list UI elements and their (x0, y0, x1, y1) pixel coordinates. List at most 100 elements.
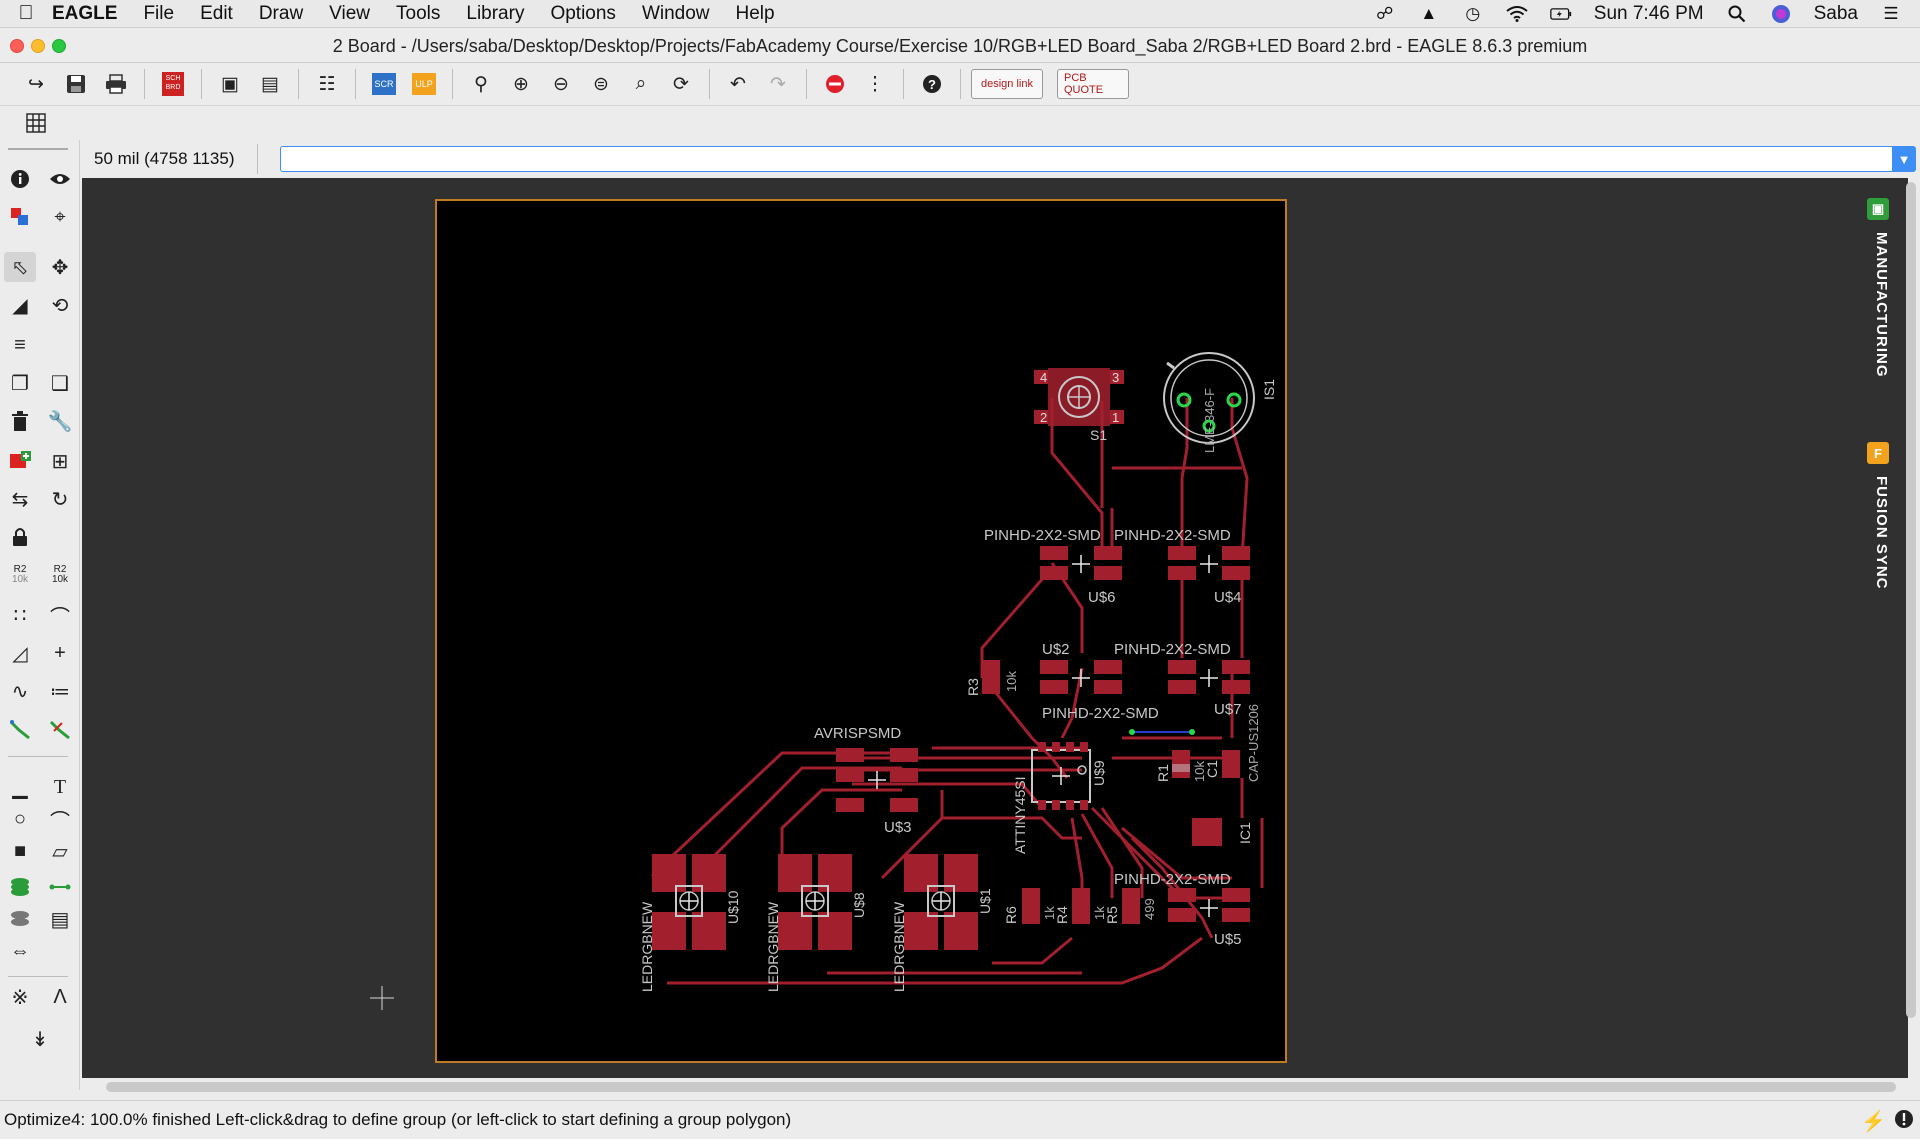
menubar-clock[interactable]: Sun 7:46 PM (1594, 3, 1704, 25)
save-icon[interactable] (58, 68, 94, 100)
redraw-icon[interactable]: ⟳ (663, 68, 699, 100)
expand-palette-icon[interactable]: ↡ (24, 1024, 56, 1054)
battery-icon[interactable] (1549, 5, 1572, 23)
ripup-icon[interactable]: ≔ (44, 676, 76, 706)
go-icon[interactable]: ⋮ (857, 68, 893, 100)
align-icon[interactable]: ≡ (4, 330, 36, 360)
zoom-to-fit-icon[interactable]: ⚲ (463, 68, 499, 100)
pcb-quote-button[interactable]: PCB QUOTE (1057, 69, 1129, 99)
zoom-out-icon[interactable]: ⊖ (543, 68, 579, 100)
open-file-icon[interactable]: ↪ (18, 68, 54, 100)
palette-grip (8, 148, 68, 150)
group-select-icon[interactable]: ⬁ (4, 252, 36, 282)
switch-sch-brd-icon[interactable]: SCH BRD (155, 68, 191, 100)
name-tool-icon[interactable]: R2 10k (4, 560, 36, 590)
circle-icon[interactable]: ○ (4, 804, 36, 834)
zoom-in-icon[interactable]: ⊕ (503, 68, 539, 100)
redo-icon[interactable]: ↷ (760, 68, 796, 100)
run-ulp-icon[interactable]: ULP (406, 68, 442, 100)
dimension-icon[interactable]: ⇔ (4, 936, 36, 966)
menu-edit[interactable]: Edit (200, 3, 233, 25)
script-icon[interactable]: SCR (366, 68, 402, 100)
apple-icon[interactable]:  (0, 2, 52, 25)
r5-value: 499 (1142, 898, 1157, 920)
delete-icon[interactable] (4, 406, 36, 436)
command-line-input[interactable] (280, 146, 1898, 172)
route-icon[interactable] (4, 714, 36, 744)
change-wrench-icon[interactable]: 🔧 (44, 406, 76, 436)
time-machine-icon[interactable]: ◷ (1462, 4, 1484, 23)
print-icon[interactable] (98, 68, 134, 100)
fusion-sync-tab[interactable]: FUSION SYNC (1866, 476, 1890, 590)
menubar-user[interactable]: Saba (1814, 3, 1858, 25)
toolbar-separator (201, 69, 202, 99)
auto-icon[interactable]: Λ (44, 982, 76, 1012)
rectangle-icon[interactable]: ■ (4, 836, 36, 866)
via-icon[interactable] (4, 872, 36, 902)
command-history-dropdown[interactable]: ▼ (1892, 146, 1916, 172)
menu-window[interactable]: Window (642, 3, 710, 25)
vertical-scrollbar[interactable] (1906, 182, 1916, 1018)
alert-icon[interactable] (1894, 1109, 1914, 1135)
miter-icon[interactable]: ⌒ (44, 600, 76, 630)
copy-icon[interactable]: ❐ (4, 368, 36, 398)
ratsnest-icon[interactable]: ※ (4, 982, 36, 1012)
creative-cloud-icon[interactable]: ☍ (1374, 4, 1396, 23)
add-part-icon[interactable] (4, 446, 36, 476)
paste-icon[interactable]: ❑ (44, 368, 76, 398)
cam-processor-icon[interactable]: ▤ (252, 68, 288, 100)
menu-library[interactable]: Library (466, 3, 524, 25)
library-icon[interactable]: ☷ (309, 68, 345, 100)
value-tool-icon[interactable]: R2 10k (44, 560, 76, 590)
menu-file[interactable]: File (143, 3, 174, 25)
menu-tools[interactable]: Tools (396, 3, 440, 25)
board-3d-icon[interactable]: ▣ (212, 68, 248, 100)
smash-icon[interactable]: ↻ (44, 484, 76, 514)
fusion-sync-icon[interactable]: F (1867, 442, 1889, 464)
display-layers-icon[interactable] (4, 202, 36, 232)
swap-icon[interactable]: ⇆ (4, 484, 36, 514)
horizontal-scrollbar[interactable] (106, 1082, 1896, 1092)
info-icon[interactable] (4, 164, 36, 194)
hole-icon[interactable] (4, 904, 36, 934)
wifi-icon[interactable] (1506, 5, 1528, 23)
optimize-icon[interactable]: + (44, 638, 76, 668)
grid-icon[interactable] (18, 107, 54, 139)
menu-help[interactable]: Help (736, 3, 775, 25)
stop-icon[interactable] (817, 68, 853, 100)
mirror-icon[interactable]: ◢ (4, 290, 36, 320)
rotate-icon[interactable]: ⟲ (44, 290, 76, 320)
help-icon[interactable]: ? (914, 68, 950, 100)
signal-icon[interactable] (44, 872, 76, 902)
move-icon[interactable]: ✥ (44, 252, 76, 282)
arc-icon[interactable]: ⌒ (44, 804, 76, 834)
menu-options[interactable]: Options (550, 3, 615, 25)
menu-view[interactable]: View (329, 3, 370, 25)
manufacturing-tab[interactable]: MANUFACTURING (1866, 232, 1890, 378)
adobe-acrobat-icon[interactable]: ▲ (1418, 4, 1440, 23)
split-icon[interactable]: ∷ (4, 600, 36, 630)
zoom-last-icon[interactable]: ⌕ (623, 68, 659, 100)
polygon-icon[interactable]: ▱ (44, 836, 76, 866)
attribute-icon[interactable]: ▤ (44, 904, 76, 934)
show-eye-icon[interactable] (44, 164, 76, 194)
design-link-button[interactable]: design link (971, 69, 1043, 99)
meander-icon[interactable]: ∿ (4, 676, 36, 706)
manufacturing-icon[interactable]: ▣ (1867, 198, 1889, 220)
lightning-icon[interactable]: ⚡ (1861, 1109, 1886, 1135)
menu-draw[interactable]: Draw (259, 3, 303, 25)
mark-icon[interactable]: ⌖ (44, 202, 76, 232)
spotlight-search-icon[interactable] (1726, 5, 1748, 23)
line-icon[interactable]: ▁ (4, 772, 36, 802)
lock-icon[interactable] (4, 522, 36, 552)
undo-icon[interactable]: ↶ (720, 68, 756, 100)
slice-icon[interactable]: ◿ (4, 638, 36, 668)
autorouter-icon[interactable] (44, 714, 76, 744)
board-canvas[interactable]: 4 3 2 1 S1 LME-346-F IS1 ATTINY45SI U$9 … (82, 178, 1908, 1078)
zoom-select-icon[interactable]: ⊜ (583, 68, 619, 100)
replace-icon[interactable]: ⊞ (44, 446, 76, 476)
notification-center-icon[interactable]: ☰ (1880, 4, 1902, 23)
app-menu-eagle[interactable]: EAGLE (52, 3, 117, 25)
text-icon[interactable]: T (44, 772, 76, 802)
siri-icon[interactable] (1770, 5, 1792, 23)
